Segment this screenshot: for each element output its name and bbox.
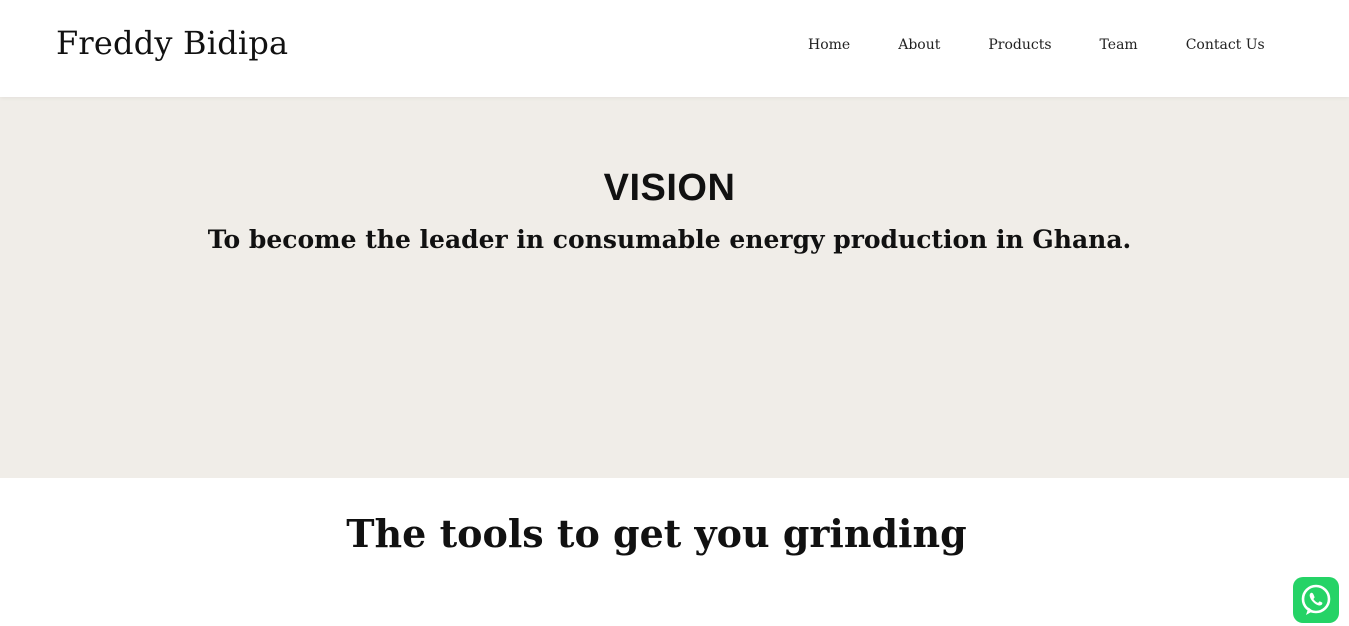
tools-heading: The tools to get you grinding xyxy=(346,511,967,556)
nav-products[interactable]: Products xyxy=(964,37,1075,53)
site-logo[interactable]: Freddy Bidipa xyxy=(56,24,288,62)
vision-section: VISION To become the leader in consumabl… xyxy=(0,97,1349,478)
whatsapp-icon xyxy=(1301,584,1331,615)
nav-contact-us[interactable]: Contact Us xyxy=(1162,37,1289,53)
main-nav: Home About Products Team Contact Us xyxy=(784,35,1284,55)
nav-team[interactable]: Team xyxy=(1076,37,1162,53)
vision-statement: To become the leader in consumable energ… xyxy=(207,225,1132,254)
vision-title: VISION xyxy=(603,167,736,209)
site-header: Freddy Bidipa Home About Products Team C… xyxy=(0,0,1349,97)
nav-home[interactable]: Home xyxy=(784,37,874,53)
nav-about[interactable]: About xyxy=(874,37,964,53)
whatsapp-chat-button[interactable] xyxy=(1293,577,1339,623)
